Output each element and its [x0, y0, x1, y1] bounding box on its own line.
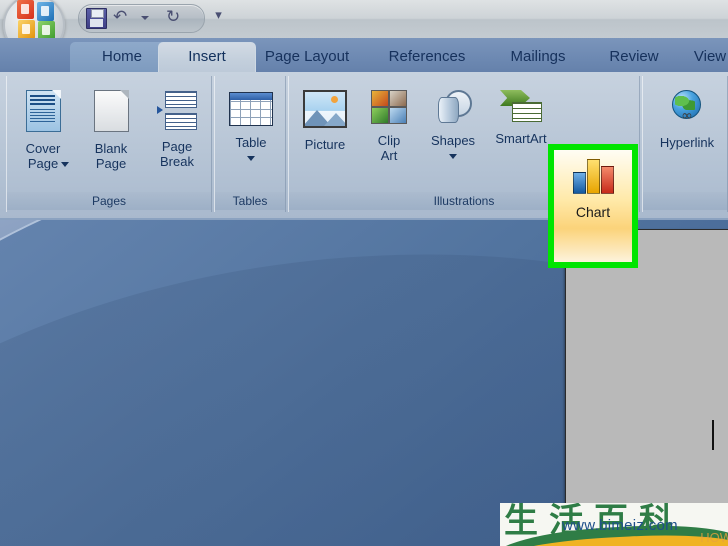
document-page[interactable]	[565, 229, 728, 507]
watermark-corner-text: HOW	[700, 530, 728, 545]
command-label: Hyperlink	[659, 135, 715, 150]
chevron-down-icon[interactable]	[247, 156, 255, 162]
ribbon-group-pages: Cover Page Blank Page Page Break Pages	[6, 76, 212, 212]
ribbon-group-links: ∞ Hyperlink Bo	[642, 76, 728, 212]
blank-page-icon	[79, 90, 143, 137]
text-cursor	[712, 420, 714, 450]
save-icon[interactable]	[86, 8, 107, 29]
ribbon-group-tables: Table Tables	[214, 76, 286, 212]
undo-dropdown-icon[interactable]	[141, 16, 149, 20]
command-chart[interactable]: Chart	[564, 156, 622, 220]
command-page-break[interactable]: Page Break	[145, 90, 209, 169]
command-label: Blank	[94, 141, 128, 156]
command-smartart[interactable]: SmartArt	[485, 90, 557, 146]
cover-page-icon	[11, 90, 75, 137]
command-cover-page[interactable]: Cover Page	[11, 90, 75, 171]
office-logo-icon	[17, 0, 57, 41]
command-label: Cover	[25, 141, 61, 156]
command-blank-page[interactable]: Blank Page	[79, 90, 143, 171]
command-hyperlink[interactable]: ∞ Hyperlink	[645, 90, 728, 150]
office-logo-square-blue	[37, 2, 54, 21]
customize-qat-icon[interactable]: ▾	[212, 9, 225, 23]
chevron-down-icon[interactable]	[449, 154, 457, 160]
office-logo-square-yellow	[18, 20, 35, 39]
page-break-icon	[145, 90, 209, 135]
tab-references[interactable]: References	[360, 42, 494, 72]
shapes-icon	[421, 90, 485, 129]
clip-art-icon	[357, 90, 421, 129]
command-label: Chart	[575, 204, 611, 220]
chevron-row	[421, 148, 485, 160]
table-icon	[219, 92, 283, 131]
tab-page-layout[interactable]: Page Layout	[236, 42, 378, 72]
command-clip-art[interactable]: Clip Art	[357, 90, 421, 163]
hyperlink-icon: ∞	[645, 90, 728, 131]
command-label-2: Page	[95, 156, 127, 171]
command-label: Shapes	[430, 133, 476, 148]
command-label: Clip	[377, 133, 401, 148]
redo-icon[interactable]: ↻	[166, 9, 180, 26]
smartart-icon	[485, 90, 557, 127]
command-picture[interactable]: Picture	[293, 90, 357, 152]
group-label-tables: Tables	[215, 192, 285, 210]
picture-icon	[293, 90, 357, 133]
office-logo-square-red	[17, 0, 34, 19]
undo-icon[interactable]: ↶	[113, 9, 127, 26]
chevron-down-icon[interactable]	[61, 162, 69, 167]
command-label: Table	[235, 135, 267, 150]
ribbon-tab-strip: Home Insert Page Layout References Maili…	[0, 38, 728, 73]
chart-icon	[564, 156, 622, 201]
chevron-row	[219, 150, 283, 162]
ribbon: Cover Page Blank Page Page Break Pages T…	[0, 72, 728, 268]
command-table[interactable]: Table	[219, 92, 283, 162]
command-label-2: Break	[160, 154, 194, 169]
command-label: Picture	[304, 137, 346, 152]
command-label-2: Art	[380, 148, 398, 163]
watermark-url: www.bimeiz.com	[562, 517, 678, 534]
group-label-pages: Pages	[7, 192, 211, 210]
command-label: Page	[161, 139, 193, 154]
watermark: 生活百科 www.bimeiz.com HOW	[500, 503, 728, 546]
command-label: SmartArt	[495, 131, 547, 146]
word-application-window: ↶ ↻ ▾ Home Insert Page Layout References…	[0, 0, 728, 546]
command-shapes[interactable]: Shapes	[421, 90, 485, 160]
title-bar: ↶ ↻ ▾	[0, 0, 728, 56]
tab-view[interactable]: View	[668, 42, 728, 72]
group-label-links	[643, 192, 727, 210]
